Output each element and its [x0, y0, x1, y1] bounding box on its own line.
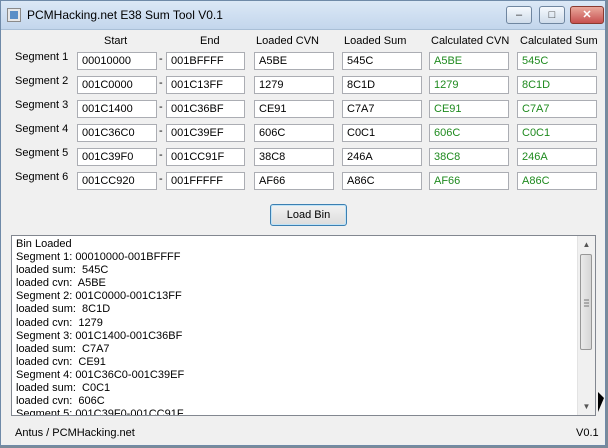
- load-bin-button[interactable]: Load Bin: [270, 204, 347, 226]
- main-window: PCMHacking.net E38 Sum Tool V0.1 – □ ✕ S…: [0, 0, 606, 446]
- segment-2-start-field[interactable]: 001C0000: [77, 76, 157, 94]
- segment-3-separator: -: [159, 101, 163, 113]
- segment-3-label: Segment 3: [15, 99, 69, 111]
- window-title: PCMHacking.net E38 Sum Tool V0.1: [27, 8, 223, 22]
- segment-4-separator: -: [159, 125, 163, 137]
- segment-6-loaded-sum-field[interactable]: A86C: [342, 172, 422, 190]
- status-author: Antus / PCMHacking.net: [15, 427, 135, 439]
- segment-5-calculated-sum-field[interactable]: 246A: [517, 148, 597, 166]
- scroll-down-icon[interactable]: ▼: [578, 398, 595, 415]
- header-start: Start: [104, 35, 128, 47]
- close-button[interactable]: ✕: [570, 6, 604, 24]
- segment-3-calculated-cvn-field[interactable]: CE91: [429, 100, 509, 118]
- segment-4-calculated-cvn-field[interactable]: 606C: [429, 124, 509, 142]
- log-text: Bin Loaded Segment 1: 00010000-001BFFFF …: [16, 238, 185, 416]
- segment-1-end-field[interactable]: 001BFFFF: [166, 52, 245, 70]
- segment-3-end-field[interactable]: 001C36BF: [166, 100, 245, 118]
- segment-6-start-field[interactable]: 001CC920: [77, 172, 157, 190]
- log-scrollbar[interactable]: ▲ ═ ═ ═ ▼: [577, 236, 595, 415]
- segment-2-loaded-cvn-field[interactable]: 1279: [254, 76, 334, 94]
- header-loaded-cvn: Loaded CVN: [256, 35, 319, 47]
- segment-2-end-field[interactable]: 001C13FF: [166, 76, 245, 94]
- segment-5-separator: -: [159, 149, 163, 161]
- header-calculated-sum: Calculated Sum: [520, 35, 598, 47]
- segment-1-separator: -: [159, 53, 163, 65]
- segment-6-calculated-sum-field[interactable]: A86C: [517, 172, 597, 190]
- segment-2-calculated-sum-field[interactable]: 8C1D: [517, 76, 597, 94]
- segment-1-calculated-sum-field[interactable]: 545C: [517, 52, 597, 70]
- segment-2-calculated-cvn-field[interactable]: 1279: [429, 76, 509, 94]
- segment-3-calculated-sum-field[interactable]: C7A7: [517, 100, 597, 118]
- segment-4-loaded-sum-field[interactable]: C0C1: [342, 124, 422, 142]
- segment-2-separator: -: [159, 77, 163, 89]
- segment-6-end-field[interactable]: 001FFFFF: [166, 172, 245, 190]
- minimize-button[interactable]: –: [506, 6, 532, 24]
- segment-2-label: Segment 2: [15, 75, 69, 87]
- segment-6-loaded-cvn-field[interactable]: AF66: [254, 172, 334, 190]
- header-calculated-cvn: Calculated CVN: [431, 35, 510, 47]
- segment-6-separator: -: [159, 173, 163, 185]
- segment-5-loaded-cvn-field[interactable]: 38C8: [254, 148, 334, 166]
- app-icon: [7, 8, 21, 22]
- segment-6-calculated-cvn-field[interactable]: AF66: [429, 172, 509, 190]
- segment-2-loaded-sum-field[interactable]: 8C1D: [342, 76, 422, 94]
- segment-4-loaded-cvn-field[interactable]: 606C: [254, 124, 334, 142]
- segment-1-loaded-sum-field[interactable]: 545C: [342, 52, 422, 70]
- segment-5-loaded-sum-field[interactable]: 246A: [342, 148, 422, 166]
- scroll-thumb[interactable]: ═ ═ ═: [580, 254, 592, 350]
- log-textbox[interactable]: Bin Loaded Segment 1: 00010000-001BFFFF …: [11, 235, 596, 416]
- segment-1-label: Segment 1: [15, 51, 69, 63]
- segment-6-label: Segment 6: [15, 171, 69, 183]
- segment-4-calculated-sum-field[interactable]: C0C1: [517, 124, 597, 142]
- title-bar[interactable]: PCMHacking.net E38 Sum Tool V0.1 – □ ✕: [1, 1, 605, 30]
- mouse-cursor-icon: [598, 392, 604, 412]
- segment-5-end-field[interactable]: 001CC91F: [166, 148, 245, 166]
- segment-3-loaded-cvn-field[interactable]: CE91: [254, 100, 334, 118]
- maximize-button[interactable]: □: [539, 6, 565, 24]
- segment-1-start-field[interactable]: 00010000: [77, 52, 157, 70]
- segment-5-start-field[interactable]: 001C39F0: [77, 148, 157, 166]
- status-version: V0.1: [576, 427, 599, 439]
- segment-5-label: Segment 5: [15, 147, 69, 159]
- segment-1-calculated-cvn-field[interactable]: A5BE: [429, 52, 509, 70]
- segment-4-end-field[interactable]: 001C39EF: [166, 124, 245, 142]
- segment-5-calculated-cvn-field[interactable]: 38C8: [429, 148, 509, 166]
- grip-icon: ═ ═ ═: [584, 297, 589, 310]
- scroll-up-icon[interactable]: ▲: [578, 236, 595, 253]
- header-end: End: [200, 35, 220, 47]
- segment-4-start-field[interactable]: 001C36C0: [77, 124, 157, 142]
- header-loaded-sum: Loaded Sum: [344, 35, 407, 47]
- segment-4-label: Segment 4: [15, 123, 69, 135]
- segment-1-loaded-cvn-field[interactable]: A5BE: [254, 52, 334, 70]
- segment-3-start-field[interactable]: 001C1400: [77, 100, 157, 118]
- segment-3-loaded-sum-field[interactable]: C7A7: [342, 100, 422, 118]
